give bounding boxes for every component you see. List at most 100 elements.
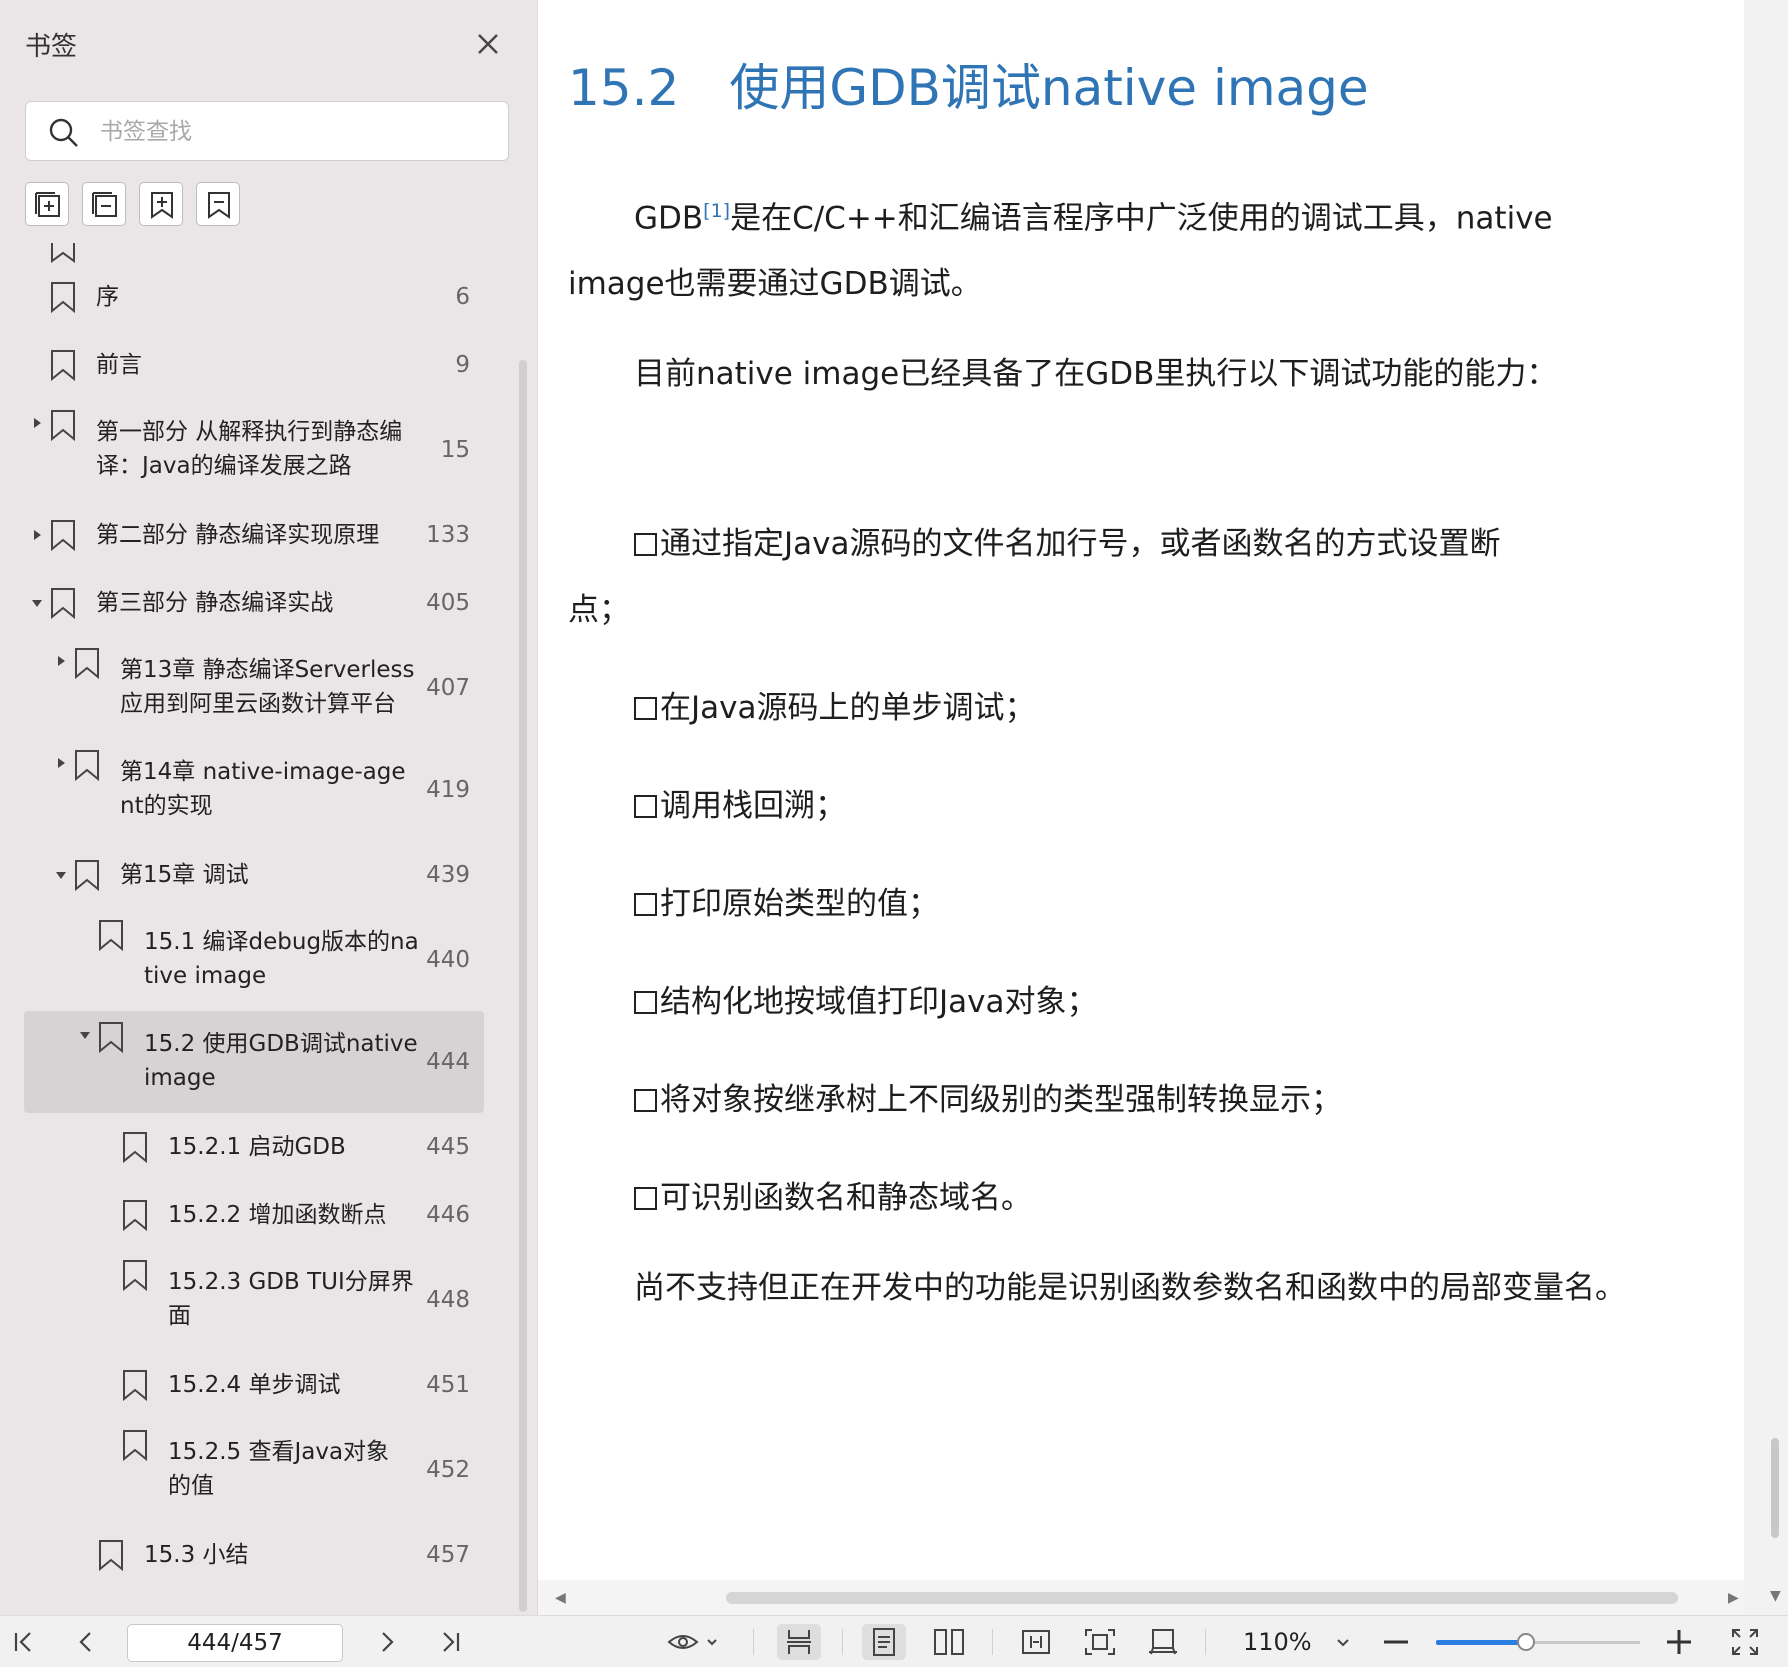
close-icon: [478, 34, 498, 54]
expand-arrow-icon[interactable]: [78, 1028, 92, 1042]
bookmark-icon: [123, 1430, 147, 1461]
bookmark-icon: [75, 860, 99, 891]
close-sidebar-button[interactable]: [470, 26, 506, 62]
bookmark-search-box[interactable]: [25, 101, 509, 161]
first-page-icon: [14, 1632, 31, 1652]
page-number-input[interactable]: 444/457: [127, 1624, 343, 1662]
zoom-slider-handle[interactable]: [1516, 1633, 1535, 1651]
zoom-out-button[interactable]: [1378, 1624, 1414, 1660]
bookmark-icon: [75, 648, 99, 679]
bookmark-item[interactable]: 15.2.2 增加函数断点 446: [24, 1181, 484, 1249]
collapse-all-icon: [92, 192, 117, 217]
vertical-scroll-thumb[interactable]: [1771, 1438, 1779, 1538]
bookmark-item[interactable]: 前言 9: [24, 331, 484, 399]
scroll-left-arrow[interactable]: ◀: [555, 1590, 566, 1606]
bullet-type-cast: 将对象按继承树上不同级别的类型强制转换显示；: [634, 1074, 1342, 1119]
expand-all-button[interactable]: [25, 182, 69, 226]
horizontal-scroll-thumb[interactable]: [726, 1592, 1678, 1604]
checkbox-icon: [634, 893, 657, 916]
fullscreen-button[interactable]: [1727, 1624, 1763, 1660]
bullet-backtrace: 调用栈回溯；: [634, 780, 846, 825]
bookmark-item[interactable]: 第二部分 静态编译实现原理 133: [24, 501, 484, 569]
checkbox-icon: [634, 991, 657, 1014]
zoom-in-button[interactable]: [1661, 1624, 1697, 1660]
bookmark-label: 15.2 使用GDB调试native image: [144, 1031, 418, 1091]
bullet-print-object: 结构化地按域值打印Java对象；: [634, 976, 1097, 1021]
bookmark-item[interactable]: 15.2 使用GDB调试native image 444: [24, 1011, 484, 1113]
sidebar-scrollbar[interactable]: [519, 360, 527, 1612]
chevron-down-icon: [1337, 1639, 1349, 1647]
bookmark-item[interactable]: 15.2.1 启动GDB 445: [24, 1113, 484, 1181]
bookmark-item[interactable]: 第15章 调试 439: [24, 841, 484, 909]
bookmark-sidebar: 书签 书签查找 序 6 前言 9 第一部分 从解释执行到静态编 译：Java的编…: [0, 0, 538, 1615]
bookmark-item[interactable]: 15.1 编译debug版本的na tive image 440: [24, 909, 484, 1011]
checkbox-icon: [634, 1089, 657, 1112]
first-page-button[interactable]: [6, 1624, 42, 1660]
document-page: 15.2 使用GDB调试native image GDB[1]是在C/C++和汇…: [538, 0, 1744, 1580]
scroll-right-arrow[interactable]: ▶: [1728, 1590, 1739, 1606]
two-page-button[interactable]: [927, 1624, 971, 1660]
scroll-down-arrow[interactable]: ▼: [1770, 1588, 1781, 1604]
collapse-arrow-icon[interactable]: [54, 654, 68, 668]
bullet-function-names: 可识别函数名和静态域名。: [634, 1172, 1032, 1217]
bookmark-label: 第三部分 静态编译实战: [96, 590, 334, 616]
add-bookmark-button[interactable]: [139, 182, 183, 226]
fit-width-button[interactable]: [1014, 1624, 1058, 1660]
bookmark-search-input[interactable]: [98, 112, 492, 152]
bookmark-icon: [99, 1022, 123, 1053]
bookmark-icon: [51, 282, 75, 313]
bullet-print-primitive: 打印原始类型的值；: [634, 878, 939, 923]
checkbox-icon: [634, 795, 657, 818]
section-heading: 15.2 使用GDB调试native image: [568, 59, 1369, 117]
zoom-dropdown-button[interactable]: [1331, 1624, 1355, 1660]
previous-page-button[interactable]: [68, 1624, 104, 1660]
expand-arrow-icon[interactable]: [54, 868, 68, 882]
bookmark-item[interactable]: 序6: [24, 263, 484, 331]
bullet-text: 在Java源码上的单步调试；: [660, 690, 1036, 726]
fit-width-icon: [1022, 1630, 1050, 1654]
bookmark-item[interactable]: 15.3 小结 457: [24, 1521, 484, 1589]
next-page-button[interactable]: [369, 1624, 405, 1660]
bookmark-icon: [75, 750, 99, 781]
single-page-button[interactable]: [862, 1624, 906, 1660]
bookmark-item[interactable]: 15.2.4 单步调试 451: [24, 1351, 484, 1419]
bookmark-item[interactable]: 第13章 静态编译Serverless 应用到阿里云函数计算平台 407: [24, 637, 484, 739]
bookmark-item[interactable]: 15.2.3 GDB TUI分屏界 面 448: [24, 1249, 484, 1351]
bookmark-label: 15.2.3 GDB TUI分屏界 面: [168, 1269, 414, 1329]
collapse-arrow-icon[interactable]: [30, 528, 44, 542]
expand-arrow-icon[interactable]: [30, 596, 44, 610]
checkbox-icon: [634, 1187, 657, 1210]
bookmark-icon: [51, 350, 75, 381]
rotate-button[interactable]: [1141, 1624, 1185, 1660]
bookmark-icon: [123, 1370, 147, 1401]
zoom-level[interactable]: 110%: [1243, 1628, 1312, 1656]
bookmark-icon: [99, 920, 123, 951]
footnote-link[interactable]: [1]: [703, 200, 730, 222]
bookmark-label: 第二部分 静态编译实现原理: [96, 522, 380, 548]
bookmark-item-partial[interactable]: [24, 243, 484, 263]
bookmark-item[interactable]: 15.2.5 查看Java对象 的值 452: [24, 1419, 484, 1521]
bookmark-icon: [51, 243, 75, 263]
collapse-arrow-icon[interactable]: [54, 756, 68, 770]
fit-page-button[interactable]: [1078, 1624, 1122, 1660]
bookmark-icon: [51, 410, 75, 441]
bullet-breakpoints: 通过指定Java源码的文件名加行号，或者函数名的方式设置断: [634, 518, 1500, 563]
collapse-arrow-icon[interactable]: [30, 416, 44, 430]
vertical-scrollbar[interactable]: [1744, 0, 1788, 1615]
view-mode-dropdown[interactable]: [666, 1624, 724, 1660]
fullscreen-icon: [1732, 1629, 1758, 1655]
bookmark-item[interactable]: 第14章 native-image-age nt的实现 419: [24, 739, 484, 841]
bookmark-label: 15.2.1 启动GDB: [168, 1134, 346, 1160]
bookmark-item[interactable]: 第一部分 从解释执行到静态编 译：Java的编译发展之路 15: [24, 399, 484, 501]
add-bookmark-icon: [151, 192, 173, 219]
bookmark-item[interactable]: 第三部分 静态编译实战 405: [24, 569, 484, 637]
bookmark-icon: [123, 1260, 147, 1291]
unsupported-text: 尚不支持但正在开发中的功能是识别函数参数名和函数中的局部变量名。: [634, 1270, 1626, 1306]
collapse-all-button[interactable]: [82, 182, 126, 226]
eye-icon: [667, 1635, 717, 1649]
remove-bookmark-button[interactable]: [196, 182, 240, 226]
rotate-icon: [1149, 1629, 1177, 1655]
continuous-scroll-button[interactable]: [777, 1624, 821, 1660]
last-page-button[interactable]: [432, 1624, 468, 1660]
bullet-text: 打印原始类型的值；: [660, 886, 939, 922]
